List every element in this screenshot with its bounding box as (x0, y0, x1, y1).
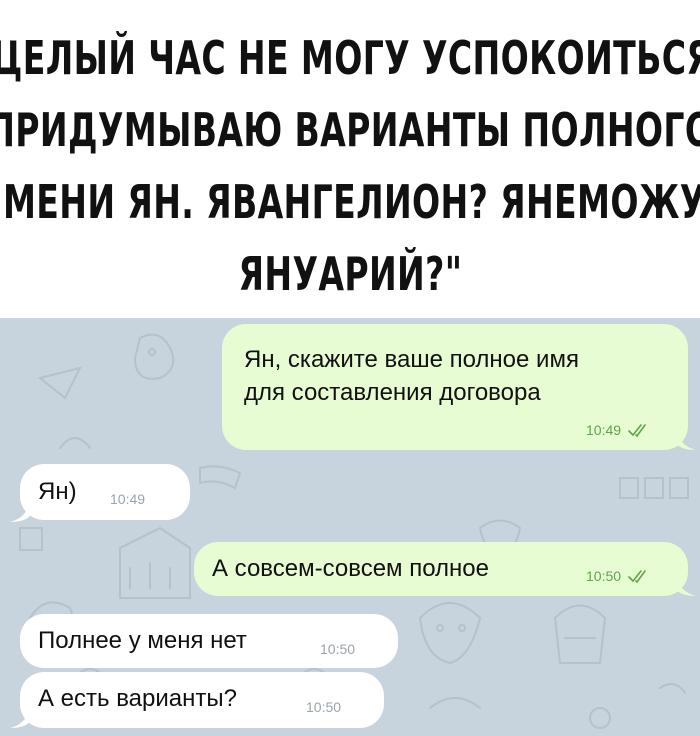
incoming-message[interactable]: А есть варианты? 10:50 (20, 672, 384, 728)
bubble-tail (10, 708, 30, 728)
double-check-icon (628, 424, 646, 437)
incoming-message[interactable]: Полнее у меня нет 10:50 (20, 614, 398, 668)
message-time: 10:50 (306, 699, 342, 715)
message-text: А совсем-совсем полное (212, 555, 489, 582)
message-time: 10:49 (586, 422, 622, 438)
bubble-tail (10, 502, 30, 522)
outgoing-message[interactable]: А совсем-совсем полное 10:50 (194, 542, 688, 596)
headline-line: ИМЕНИ ЯН. ЯВАНГЕЛИОН? ЯНЕМОЖУ? (0, 175, 700, 229)
headline-caption: "ЦЕЛЫЙ ЧАС НЕ МОГУ УСПОКОИТЬСЯ. ПРИДУМЫВ… (0, 0, 700, 318)
outgoing-message[interactable]: Ян, скажите ваше полное имя для составле… (222, 324, 688, 450)
message-time: 10:50 (586, 568, 622, 584)
headline-line: "ЦЕЛЫЙ ЧАС НЕ МОГУ УСПОКОИТЬСЯ. (0, 31, 700, 85)
message-text: для составления договора (244, 379, 541, 406)
message-text: Полнее у меня нет (38, 627, 247, 654)
message-text: А есть варианты? (38, 685, 237, 712)
incoming-message[interactable]: Ян) 10:49 (20, 464, 190, 520)
double-check-icon (628, 570, 646, 583)
bubble-tail (676, 430, 696, 450)
message-time: 10:49 (110, 491, 146, 507)
message-time: 10:50 (320, 641, 356, 657)
message-text: Ян, скажите ваше полное имя (244, 346, 579, 373)
headline-line: ЯНУАРИЙ?" (238, 247, 462, 301)
bubble-tail (676, 576, 696, 596)
headline-line: ПРИДУМЫВАЮ ВАРИАНТЫ ПОЛНОГО (0, 103, 700, 157)
chat-screenshot: Ян, скажите ваше полное имя для составле… (0, 318, 700, 736)
message-text: Ян) (38, 478, 77, 505)
